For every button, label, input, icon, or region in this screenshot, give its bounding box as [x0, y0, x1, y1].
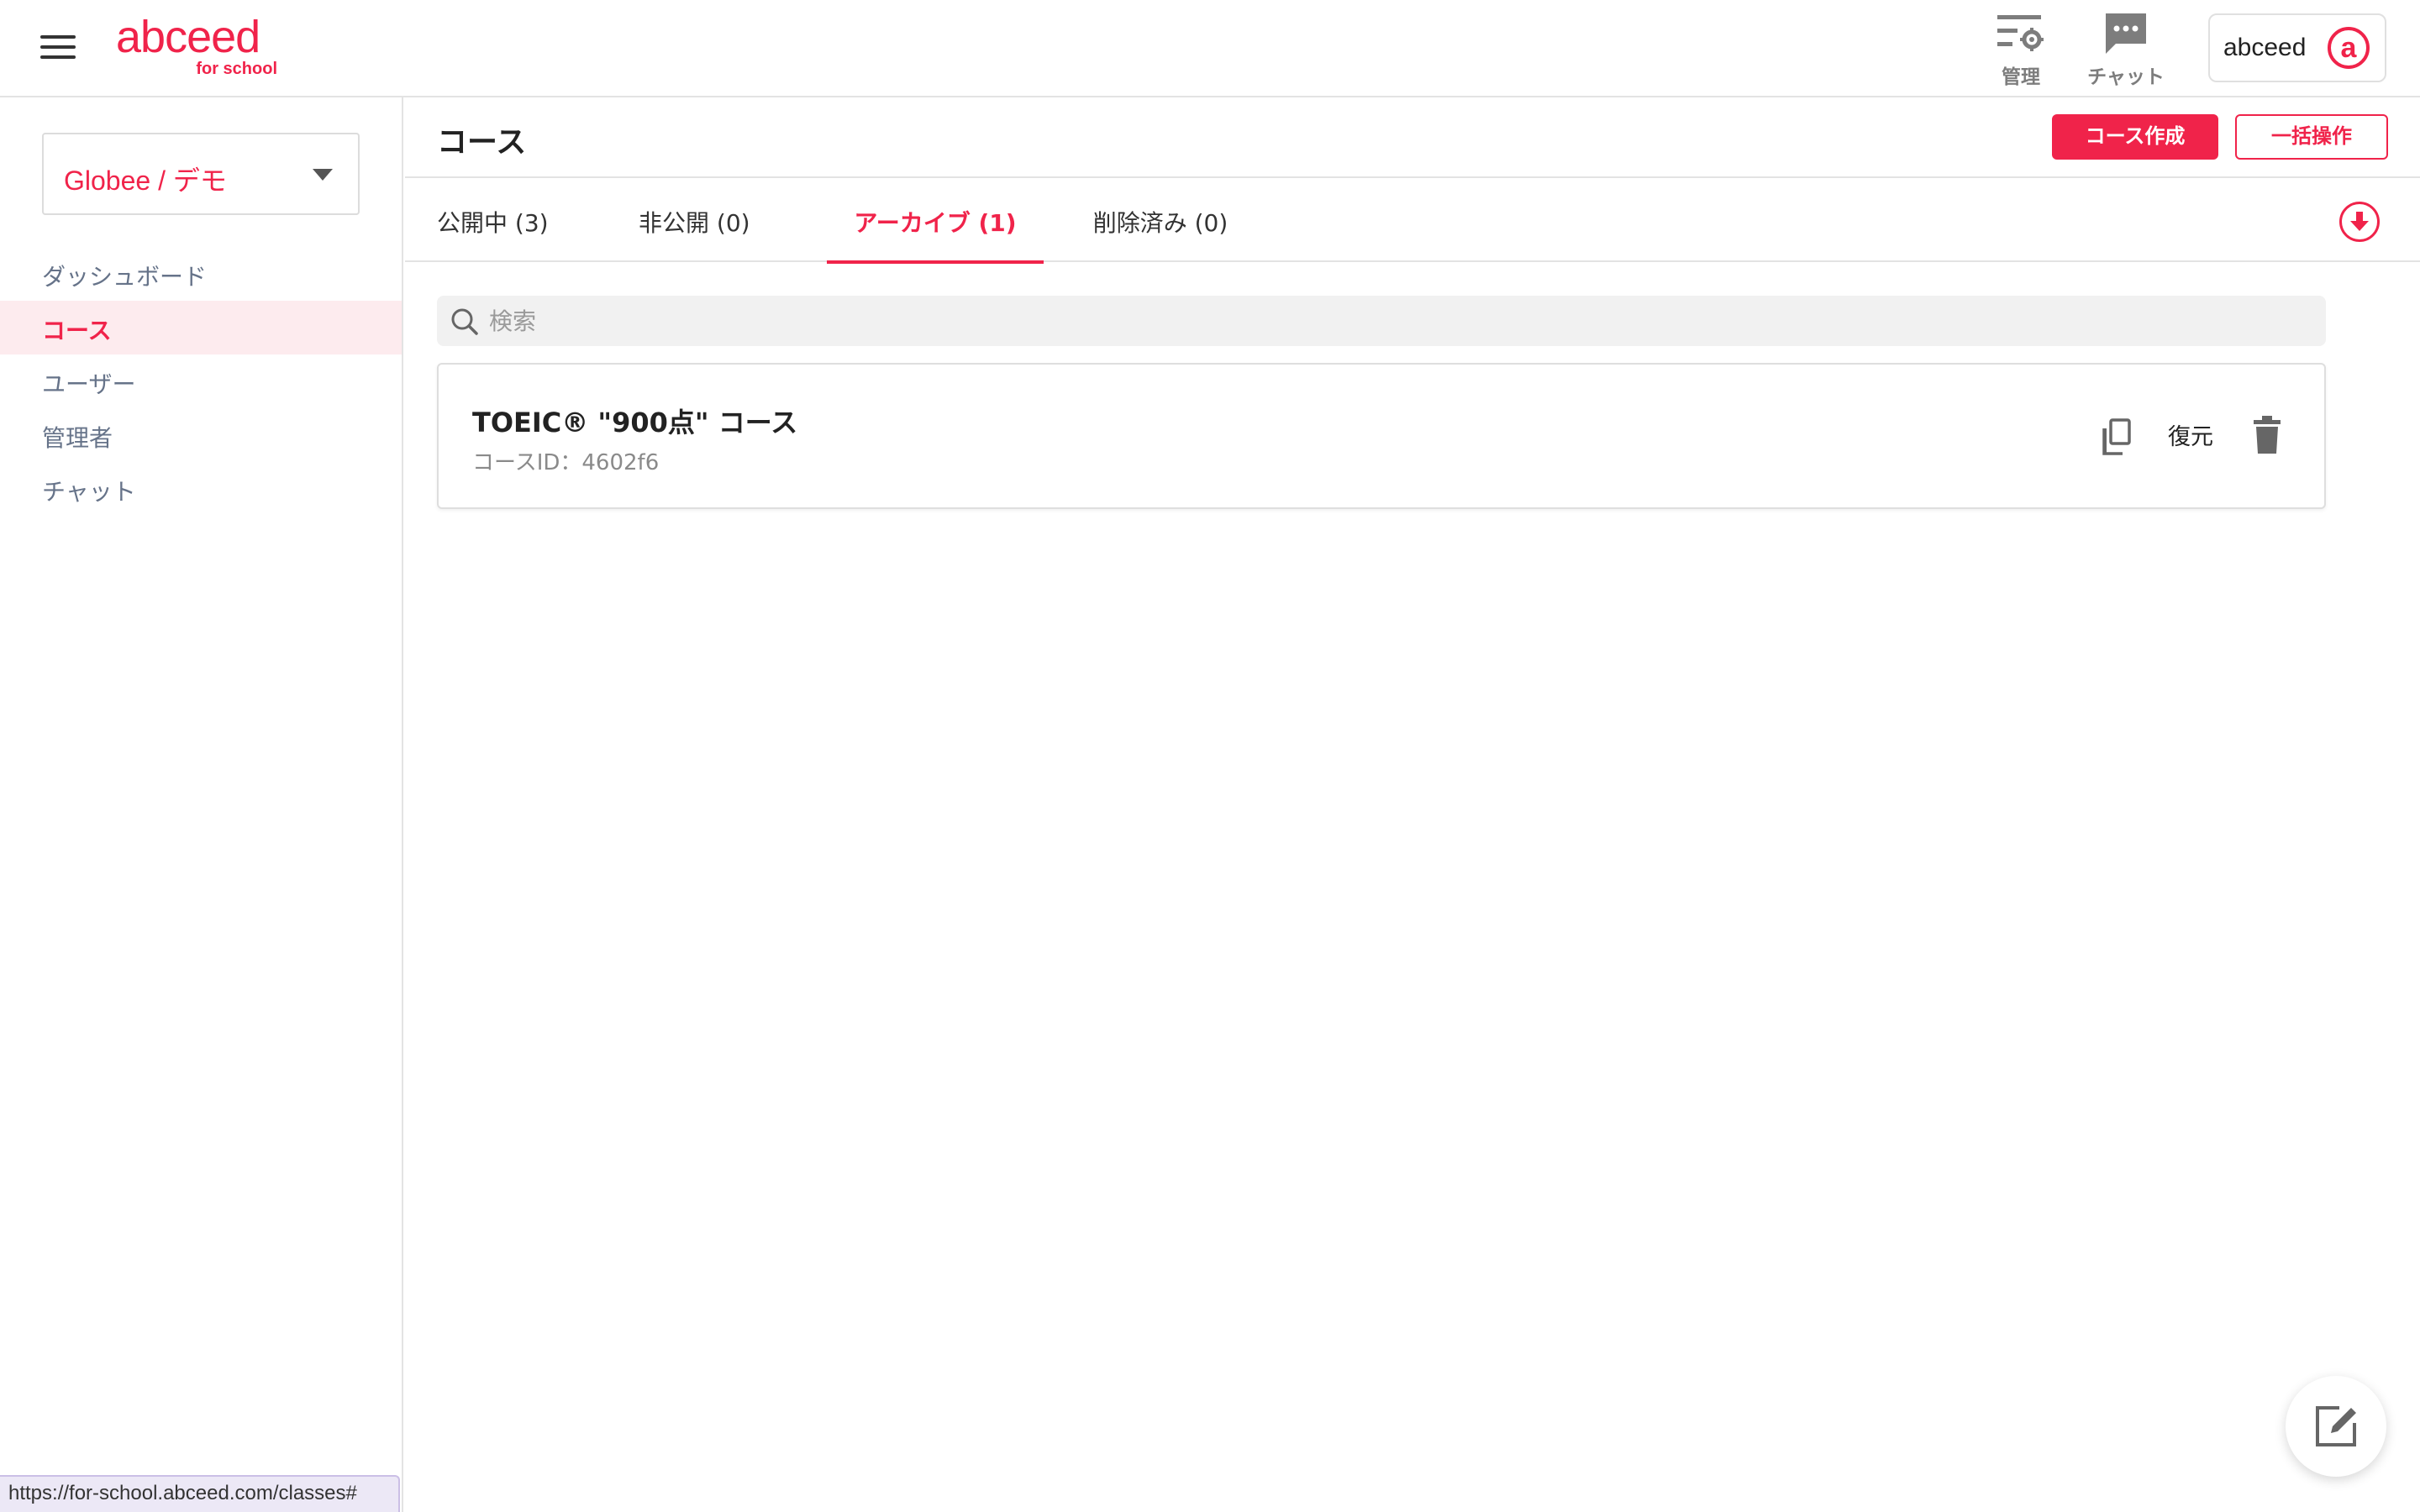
sidebar-item-label: 管理者	[42, 424, 113, 452]
sidebar-nav: ダッシュボード コース ユーザー 管理者 チャット	[0, 247, 402, 516]
search-bar	[437, 296, 2326, 346]
chat-button[interactable]: チャット	[2075, 10, 2176, 88]
hamburger-line	[40, 55, 76, 59]
sidebar-item-label: ユーザー	[42, 370, 136, 398]
search-input[interactable]	[489, 296, 2304, 346]
sidebar-item-users[interactable]: ユーザー	[0, 354, 402, 408]
chat-bubble-icon	[2106, 13, 2146, 54]
sidebar-item-admins[interactable]: 管理者	[0, 408, 402, 462]
tab-label: 削除済み (0)	[1092, 209, 1228, 237]
sidebar-item-chat[interactable]: チャット	[0, 462, 402, 516]
sidebar-item-label: コース	[42, 317, 112, 344]
logo[interactable]: abceed for school	[116, 12, 284, 79]
course-card[interactable]: TOEIC® "900点" コース コースID：4602f6 復元	[437, 363, 2326, 509]
settings-list-icon	[1997, 15, 2044, 51]
compose-fab-button[interactable]	[2286, 1376, 2386, 1477]
bulk-action-button[interactable]: 一括操作	[2235, 114, 2388, 160]
chat-label: チャット	[2087, 66, 2165, 88]
delete-button[interactable]	[2250, 415, 2284, 455]
organization-select[interactable]: Globee / デモ	[42, 133, 360, 215]
app-root: abceed for school 管理 チャット abceed a Globe…	[0, 0, 2420, 1512]
tab-deleted[interactable]: 削除済み (0)	[1092, 180, 1228, 262]
status-bar-url: https://for-school.abceed.com/classes#	[0, 1475, 400, 1512]
hamburger-line	[40, 45, 76, 49]
organization-select-value: Globee / デモ	[64, 165, 227, 196]
page-title: コース	[437, 125, 527, 160]
restore-button[interactable]: 復元	[2168, 418, 2213, 451]
tab-published[interactable]: 公開中 (3)	[437, 180, 549, 262]
copy-icon	[2102, 418, 2131, 455]
sidebar-item-label: ダッシュボード	[42, 263, 208, 291]
avatar: a	[2328, 27, 2370, 69]
course-id: コースID：4602f6	[472, 450, 660, 475]
course-name: TOEIC® "900点" コース	[472, 407, 798, 438]
account-name: abceed	[2223, 34, 2307, 61]
copy-button[interactable]	[2097, 417, 2134, 457]
download-circle-icon	[2350, 212, 2369, 231]
search-icon	[451, 308, 478, 335]
sidebar-item-courses[interactable]: コース	[0, 301, 402, 354]
sidebar-item-dashboard[interactable]: ダッシュボード	[0, 247, 402, 301]
sidebar-item-label: チャット	[42, 478, 136, 506]
hamburger-line	[40, 35, 76, 39]
sidebar: Globee / デモ ダッシュボード コース ユーザー 管理者 チャット	[0, 97, 403, 1512]
page-header: コース コース作成 一括操作	[405, 97, 2420, 178]
avatar-glyph: a	[2340, 32, 2357, 64]
tab-label: 非公開 (0)	[639, 209, 750, 237]
top-header: abceed for school 管理 チャット abceed a	[0, 0, 2420, 97]
tab-label: アーカイブ (1)	[854, 209, 1017, 237]
account-menu-button[interactable]: abceed a	[2208, 13, 2386, 82]
trash-icon	[2254, 416, 2281, 454]
tab-archive[interactable]: アーカイブ (1)	[827, 180, 1044, 264]
logo-subtext: for school	[196, 60, 277, 78]
edit-icon	[2316, 1406, 2356, 1446]
manage-button[interactable]: 管理	[1983, 10, 2059, 88]
logo-text: abceed	[116, 12, 260, 62]
tab-private[interactable]: 非公開 (0)	[639, 180, 750, 262]
caret-down-icon	[313, 169, 333, 181]
hamburger-menu-icon[interactable]	[40, 34, 76, 60]
download-button[interactable]	[2339, 202, 2380, 242]
create-course-button[interactable]: コース作成	[2052, 114, 2218, 160]
course-status-tabs: 公開中 (3) 非公開 (0) アーカイブ (1) 削除済み (0)	[405, 180, 2420, 264]
manage-label: 管理	[2002, 66, 2040, 88]
tab-label: 公開中 (3)	[437, 209, 549, 237]
